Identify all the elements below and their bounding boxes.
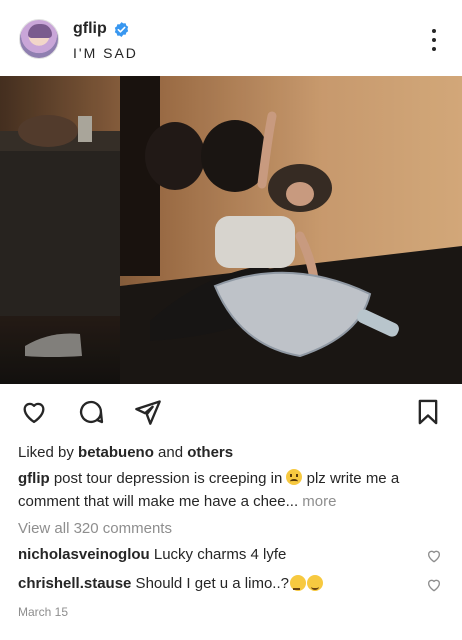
liked-prefix: Liked by [18, 444, 79, 461]
comment-row: nicholasveinoglou Lucky charms 4 lyfe [18, 546, 286, 563]
comment-text: Should I get u a limo..? [131, 575, 289, 592]
likes-line: Liked by betabueno and others [18, 444, 233, 461]
caption-text-1: post tour depression is creeping in [49, 470, 287, 487]
post-subtitle[interactable]: I'M SAD [73, 45, 138, 61]
post-date: March 15 [18, 605, 69, 619]
caption-ellipsis: ... [285, 493, 303, 510]
username-row: gflip [73, 20, 130, 38]
post-actions [0, 384, 462, 436]
thinking-emoji-icon [290, 575, 306, 591]
comment-username[interactable]: chrishell.stause [18, 575, 131, 592]
post-photo [0, 76, 462, 384]
comment-icon[interactable] [77, 398, 105, 426]
post-caption: gflip post tour depression is creeping i… [18, 467, 448, 513]
grinning-squint-emoji-icon [307, 575, 323, 591]
verified-badge-icon [114, 21, 128, 37]
post-image[interactable] [0, 76, 462, 384]
bookmark-icon[interactable] [414, 398, 442, 426]
username[interactable]: gflip [73, 20, 107, 38]
liked-mid: and [153, 444, 188, 461]
comment-username[interactable]: nicholasveinoglou [18, 546, 150, 563]
post-header: gflip I'M SAD [0, 0, 462, 76]
heart-icon[interactable] [20, 398, 48, 426]
more-options-icon[interactable] [424, 26, 444, 54]
comment-row: chrishell.stause Should I get u a limo..… [18, 575, 323, 592]
comment-like-heart-icon[interactable] [426, 548, 442, 564]
caption-more-link[interactable]: more [302, 493, 336, 510]
view-all-comments-link[interactable]: View all 320 comments [18, 520, 172, 537]
caption-username[interactable]: gflip [18, 470, 50, 487]
sad-emoji-icon [286, 469, 303, 485]
avatar[interactable] [19, 19, 59, 59]
comment-text: Lucky charms 4 lyfe [149, 546, 287, 563]
share-icon[interactable] [134, 398, 162, 426]
comment-like-heart-icon[interactable] [426, 577, 442, 593]
liked-user[interactable]: betabueno [78, 444, 154, 461]
liked-others[interactable]: others [187, 444, 233, 461]
